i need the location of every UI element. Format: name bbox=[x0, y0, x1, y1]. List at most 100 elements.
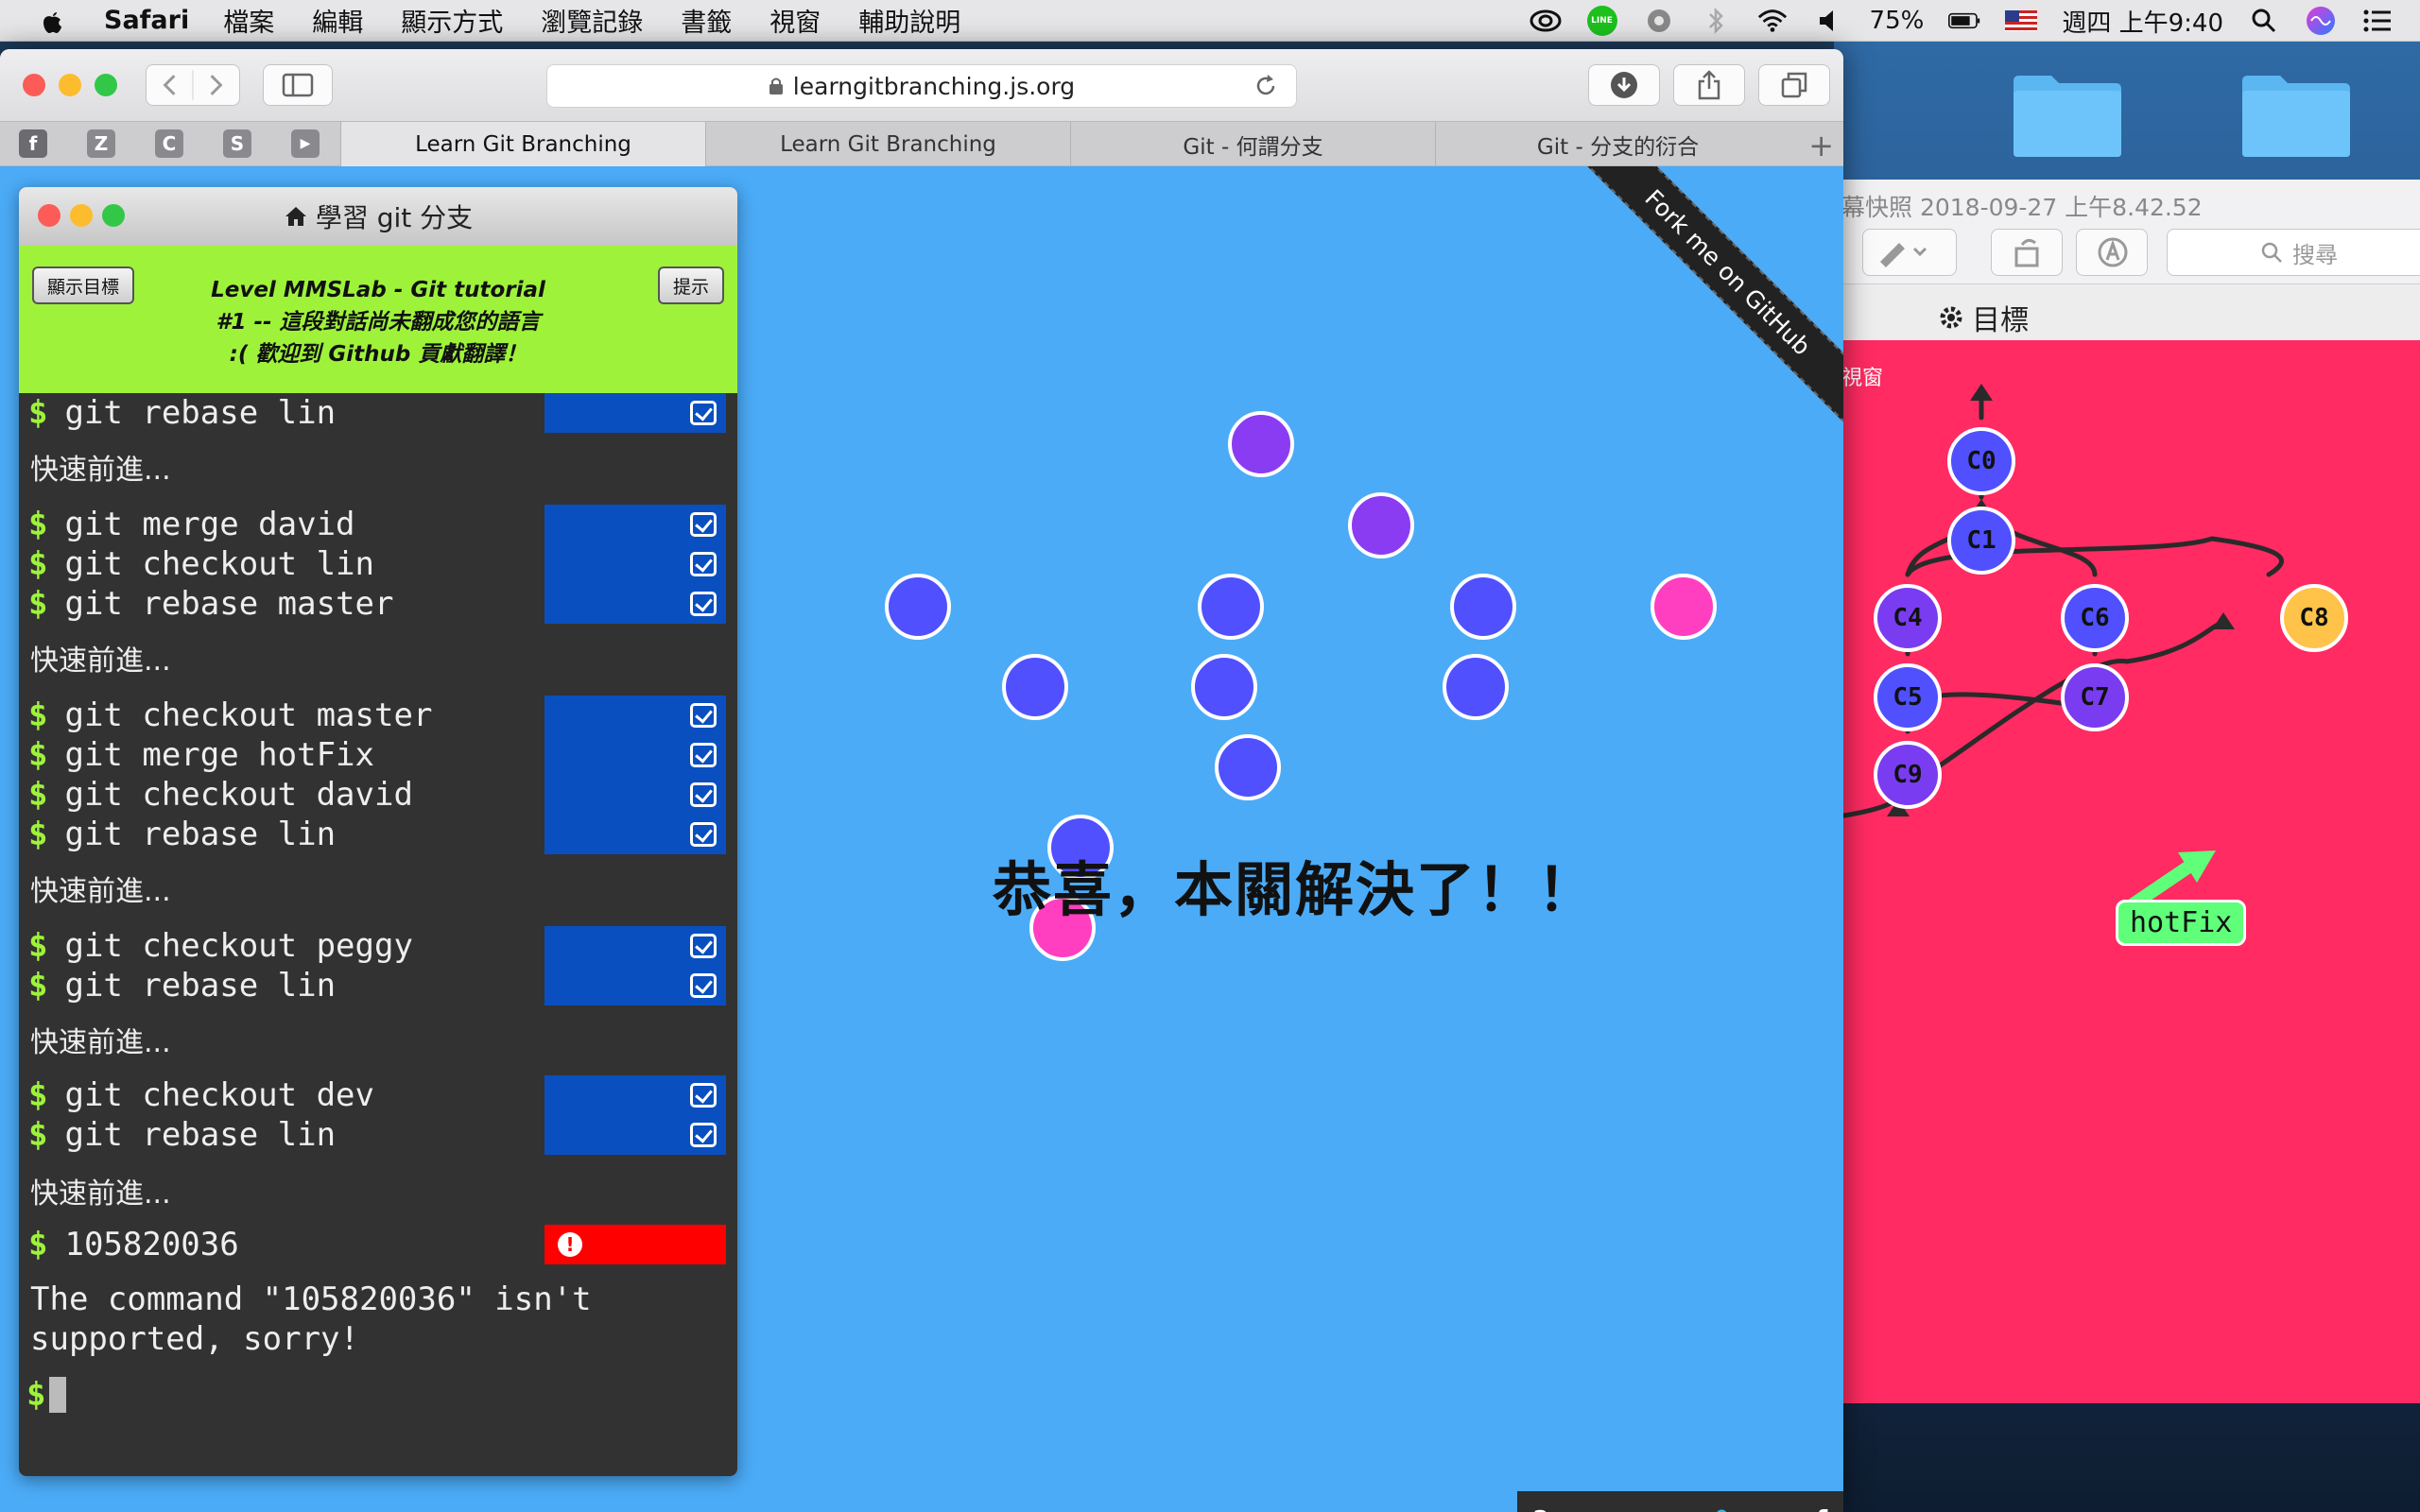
menu-edit[interactable]: 編輯 bbox=[312, 2, 363, 39]
folder-icon[interactable] bbox=[2010, 70, 2125, 160]
pinned-tab-facebook[interactable]: f bbox=[19, 129, 47, 158]
command-row: $ git rebase master bbox=[19, 584, 737, 624]
hint-button[interactable]: 提示 bbox=[657, 266, 724, 304]
reload-icon[interactable] bbox=[1253, 73, 1279, 99]
bluetooth-icon[interactable] bbox=[1700, 5, 1732, 37]
siri-icon[interactable] bbox=[2305, 5, 2337, 37]
commit-node[interactable] bbox=[885, 574, 951, 640]
text-cursor[interactable] bbox=[49, 1377, 67, 1413]
share-button[interactable] bbox=[1673, 64, 1745, 106]
commit-node[interactable] bbox=[1443, 654, 1509, 720]
menu-window[interactable]: 視窗 bbox=[769, 2, 821, 39]
goal-label: 目標 bbox=[1972, 303, 2029, 337]
sidebar-toggle-button[interactable] bbox=[263, 64, 333, 106]
command-row: $ git merge hotFix bbox=[19, 735, 737, 775]
volume-icon[interactable] bbox=[1813, 5, 1845, 37]
command-prompt[interactable]: $ bbox=[26, 1376, 67, 1414]
menu-view[interactable]: 顯示方式 bbox=[401, 2, 503, 39]
command-group: $ git rebase lin bbox=[19, 393, 737, 433]
rotate-button[interactable] bbox=[1991, 229, 2063, 276]
error-message: The command "105820036" isn't supported,… bbox=[30, 1280, 592, 1358]
fork-ribbon-text[interactable]: Fork me on GitHub bbox=[1577, 166, 1843, 423]
check-icon bbox=[690, 552, 717, 576]
sync-icon[interactable] bbox=[1643, 5, 1675, 37]
level-close-button[interactable] bbox=[38, 204, 60, 227]
downloads-button[interactable] bbox=[1588, 64, 1660, 106]
clock[interactable]: 週四 上午9:40 bbox=[2062, 4, 2223, 39]
level-zoom-button[interactable] bbox=[102, 204, 125, 227]
tab-learn-git-branching-active[interactable]: Learn Git Branching bbox=[340, 122, 705, 166]
facebook-icon[interactable]: f bbox=[1816, 1504, 1827, 1512]
command-text: git merge hotFix bbox=[64, 736, 374, 774]
success-message: 恭喜，本關解決了！！ bbox=[993, 855, 1599, 924]
menu-help[interactable]: 輔助說明 bbox=[858, 2, 960, 39]
commit-node[interactable] bbox=[1651, 574, 1717, 640]
pinned-tab-z[interactable]: Z bbox=[87, 129, 115, 158]
command-text: git rebase lin bbox=[64, 1116, 337, 1154]
branch-label-hotfix: hotFix bbox=[2116, 900, 2247, 946]
command-row: $ git merge david bbox=[19, 505, 737, 544]
command-row: $ git checkout david bbox=[19, 775, 737, 815]
folder-icon[interactable] bbox=[2238, 70, 2354, 160]
tab-learn-git-branching[interactable]: Learn Git Branching bbox=[705, 122, 1070, 166]
goal-visualization: 視窗 C0 C1 C4 C6 C8 C5 C7 C9 hotFix bbox=[1796, 340, 2420, 1403]
commit-node[interactable] bbox=[1002, 654, 1068, 720]
commit-node[interactable] bbox=[1348, 492, 1414, 558]
close-window-button[interactable] bbox=[23, 74, 45, 96]
new-tab-button[interactable]: + bbox=[1808, 128, 1834, 163]
menu-history[interactable]: 瀏覽記錄 bbox=[541, 2, 643, 39]
spotlight-search-icon[interactable] bbox=[2248, 5, 2280, 37]
commit-node[interactable] bbox=[1198, 574, 1264, 640]
command-text: git checkout david bbox=[64, 776, 413, 814]
menu-bookmarks[interactable]: 書籤 bbox=[681, 2, 732, 39]
rotate-icon bbox=[2014, 238, 2039, 267]
preview-search-field[interactable]: 搜尋 bbox=[2167, 229, 2420, 276]
commit-node[interactable] bbox=[1450, 574, 1516, 640]
menu-file[interactable]: 檔案 bbox=[223, 2, 274, 39]
fork-ribbon[interactable]: Fork me on GitHub bbox=[1560, 166, 1843, 450]
show-goal-button[interactable]: 顯示目標 bbox=[32, 266, 135, 304]
check-icon bbox=[690, 934, 717, 958]
menu-app-name[interactable]: Safari bbox=[104, 6, 189, 35]
tab-git-branches[interactable]: Git - 何謂分支 bbox=[1070, 122, 1435, 166]
tab-overview-button[interactable] bbox=[1758, 64, 1830, 106]
commit-node[interactable] bbox=[1228, 411, 1294, 477]
preview-title[interactable]: 幕快照 2018-09-27 上午8.42.52 bbox=[1841, 189, 2203, 223]
pinned-tab-s[interactable]: S bbox=[223, 129, 251, 158]
input-flag-icon[interactable] bbox=[2005, 5, 2038, 37]
battery-icon[interactable] bbox=[1948, 5, 1980, 37]
command-group: $ git checkout master $ git merge hotFix $… bbox=[19, 696, 737, 854]
markup-toolbar-button[interactable] bbox=[1862, 229, 1957, 276]
commit-node[interactable] bbox=[1191, 654, 1257, 720]
help-icon[interactable]: ? bbox=[1533, 1504, 1548, 1512]
commit-node[interactable] bbox=[1215, 734, 1281, 800]
command-text: git rebase lin bbox=[64, 394, 337, 432]
line-app-icon[interactable]: LINE bbox=[1586, 5, 1618, 37]
level-minimize-button[interactable] bbox=[70, 204, 93, 227]
command-row-error: $105820036! bbox=[19, 1225, 737, 1264]
minimize-window-button[interactable] bbox=[59, 74, 81, 96]
level-window-titlebar: 學習 git 分支 bbox=[19, 187, 737, 246]
tabs-icon bbox=[1781, 72, 1807, 98]
annotate-button[interactable] bbox=[2076, 229, 2148, 276]
tab-git-rebasing[interactable]: Git - 分支的衍合 bbox=[1435, 122, 1800, 166]
check-icon bbox=[690, 743, 717, 767]
pinned-tab-youtube[interactable]: ▶ bbox=[291, 129, 320, 158]
wifi-icon[interactable] bbox=[1756, 5, 1789, 37]
notification-center-icon[interactable] bbox=[2361, 5, 2394, 37]
check-icon bbox=[690, 1123, 717, 1147]
pinned-tab-c[interactable]: C bbox=[155, 129, 183, 158]
fast-forward-message: 快速前進... bbox=[30, 454, 171, 487]
zoom-window-button[interactable] bbox=[95, 74, 117, 96]
command-row: $ git rebase lin bbox=[19, 393, 737, 433]
goal-commit-node: C6 bbox=[2061, 584, 2129, 652]
address-bar[interactable]: learngitbranching.js.org bbox=[546, 64, 1297, 108]
goal-commit-node: C5 bbox=[1874, 663, 1942, 731]
creative-cloud-icon[interactable] bbox=[1530, 5, 1562, 37]
command-row: $ git checkout peggy bbox=[19, 926, 737, 966]
globe-icon[interactable]: ◕ bbox=[1619, 1504, 1642, 1512]
twitter-icon[interactable]: 🐦 bbox=[1713, 1504, 1746, 1512]
command-text: git rebase lin bbox=[64, 967, 337, 1005]
separator: · bbox=[1777, 1508, 1785, 1512]
apple-icon[interactable] bbox=[38, 7, 66, 35]
